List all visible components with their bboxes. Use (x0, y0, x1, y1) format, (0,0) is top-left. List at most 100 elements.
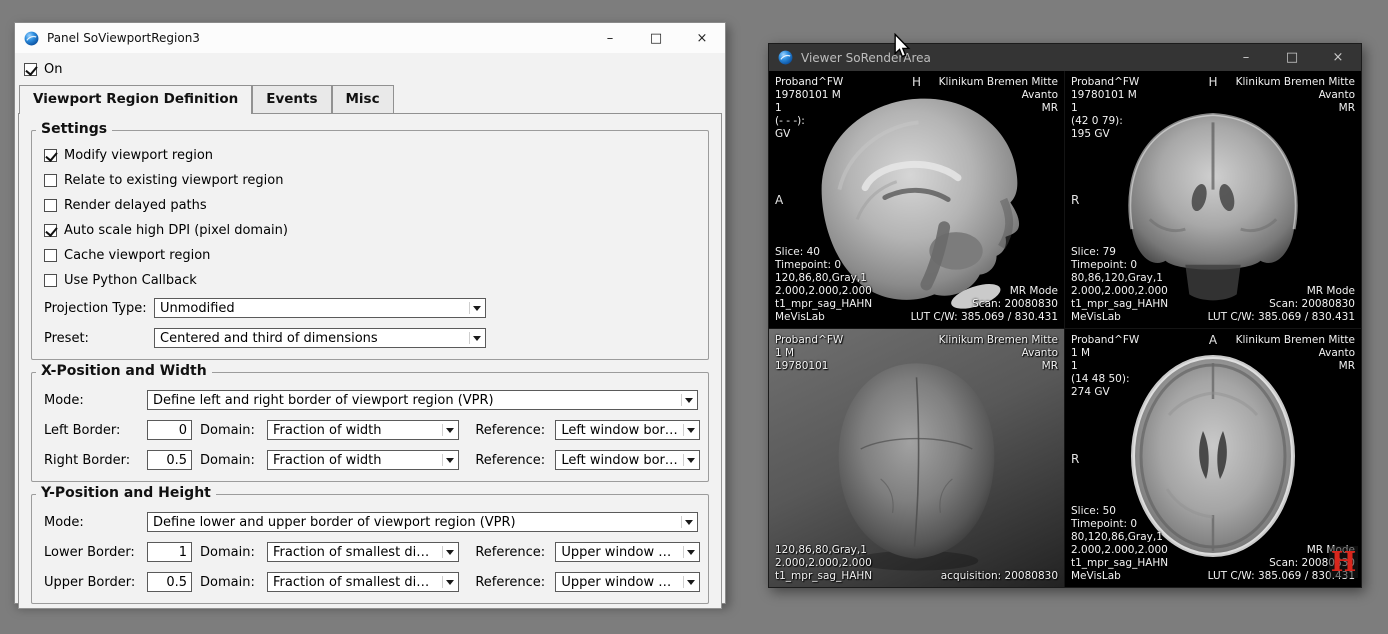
overlay-institution-info: Klinikum Bremen Mitte Avanto MR (1236, 334, 1355, 373)
projection-type-label: Projection Type: (44, 301, 154, 316)
maximize-button[interactable]: □ (1269, 44, 1315, 71)
x-mode-combobox[interactable]: Define left and right border of viewport… (147, 390, 698, 410)
upper-border-input[interactable] (147, 572, 192, 592)
settings-group: Settings Modify viewport region Relate t… (31, 130, 709, 360)
orientation-marker-left: R (1071, 194, 1079, 207)
upper-border-row: Upper Border: Domain: Fraction of smalle… (40, 567, 700, 597)
overlay-institution-info: Klinikum Bremen Mitte Avanto MR (1236, 76, 1355, 115)
quadrant-coronal[interactable]: Proband^FW 19780101 M 1 (42 0 79): 195 G… (1065, 71, 1361, 329)
combo-value: Centered and third of dimensions (160, 331, 378, 346)
overlay-scan-info: MR Mode Scan: 20080830 LUT C/W: 385.069 … (1208, 285, 1355, 324)
close-button[interactable]: × (679, 23, 725, 53)
overlay-slice-info: Slice: 50 Timepoint: 0 80,120,86,Gray,1 … (1071, 505, 1168, 583)
reference-label: Reference: (475, 545, 555, 560)
checkbox-label: Cache viewport region (64, 248, 210, 263)
checkbox-label: Render delayed paths (64, 198, 207, 213)
use-python-callback-checkbox[interactable] (44, 274, 57, 287)
left-border-input[interactable] (147, 420, 192, 440)
close-button[interactable]: × (1315, 44, 1361, 71)
tab-viewport-region-definition[interactable]: Viewport Region Definition (19, 85, 252, 114)
y-position-group: Y-Position and Height Mode: Define lower… (31, 494, 709, 604)
domain-label: Domain: (200, 545, 267, 560)
panel-titlebar[interactable]: Panel SoViewportRegion3 – □ × (15, 23, 725, 53)
combo-separator (442, 454, 443, 466)
orientation-marker-left: A (775, 194, 783, 207)
combo-separator (469, 302, 470, 314)
overlay-institution-info: Klinikum Bremen Mitte Avanto MR (939, 334, 1058, 373)
window-title: Panel SoViewportRegion3 (47, 31, 200, 45)
chevron-down-icon (446, 580, 454, 589)
combo-separator (683, 424, 684, 436)
quadrant-sagittal[interactable]: Proband^FW 19780101 M 1 (- - -): GV H Kl… (769, 71, 1065, 329)
quadrant-volume-3d[interactable]: Proband^FW 1 M 19780101 Klinikum Bremen … (769, 329, 1065, 587)
chevron-down-icon (446, 458, 454, 467)
combo-value: Fraction of smallest dimension (273, 545, 438, 560)
render-delayed-paths-checkbox[interactable] (44, 199, 57, 212)
left-border-domain-combobox[interactable]: Fraction of width (267, 420, 459, 440)
projection-type-combobox[interactable]: Unmodified (154, 298, 486, 318)
cache-viewport-region-checkbox[interactable] (44, 249, 57, 262)
left-border-row: Left Border: Domain: Fraction of width R… (40, 415, 700, 445)
lower-border-row: Lower Border: Domain: Fraction of smalle… (40, 537, 700, 567)
combo-value: Fraction of smallest dimension (273, 575, 438, 590)
maximize-button[interactable]: □ (633, 23, 679, 53)
lower-border-label: Lower Border: (44, 545, 147, 560)
upper-border-domain-combobox[interactable]: Fraction of smallest dimension (267, 572, 459, 592)
window-title: Viewer SoRenderArea (801, 51, 931, 65)
chevron-down-icon (473, 336, 481, 345)
combo-value: Define left and right border of viewport… (153, 393, 494, 408)
minimize-button[interactable]: – (587, 23, 633, 53)
combo-value: Left window border (561, 453, 679, 468)
checkbox-row: Use Python Callback (40, 268, 700, 293)
on-checkbox[interactable] (24, 63, 37, 76)
combo-value: Fraction of width (273, 423, 382, 438)
left-border-label: Left Border: (44, 423, 147, 438)
domain-label: Domain: (200, 423, 267, 438)
lower-border-input[interactable] (147, 542, 192, 562)
lower-border-reference-combobox[interactable]: Upper window border (555, 542, 700, 562)
chevron-down-icon (685, 520, 693, 529)
chevron-down-icon (446, 428, 454, 437)
minimize-button[interactable]: – (1223, 44, 1269, 71)
overlay-patient-info: Proband^FW 19780101 M 1 (- - -): GV (775, 76, 843, 141)
checkbox-row: Relate to existing viewport region (40, 168, 700, 193)
overlay-patient-info: Proband^FW 1 M 1 (14 48 50): 274 GV (1071, 334, 1139, 399)
preset-combobox[interactable]: Centered and third of dimensions (154, 328, 486, 348)
tab-events[interactable]: Events (252, 85, 331, 113)
tab-misc[interactable]: Misc (332, 85, 394, 113)
hahn-logo: H (1329, 546, 1358, 578)
chevron-down-icon (473, 306, 481, 315)
checkbox-row: Modify viewport region (40, 143, 700, 168)
x-mode-row: Mode: Define left and right border of vi… (40, 385, 700, 415)
upper-border-reference-combobox[interactable]: Upper window border (555, 572, 700, 592)
overlay-acquisition-info: acquisition: 20080830 (941, 570, 1058, 583)
domain-label: Domain: (200, 575, 267, 590)
modify-viewport-region-checkbox[interactable] (44, 149, 57, 162)
y-mode-label: Mode: (44, 515, 147, 530)
quadrant-axial[interactable]: Proband^FW 1 M 1 (14 48 50): 274 GV A Kl… (1065, 329, 1361, 587)
right-border-input[interactable] (147, 450, 192, 470)
y-mode-combobox[interactable]: Define lower and upper border of viewpor… (147, 512, 698, 532)
on-checkbox-row: On (15, 53, 725, 81)
checkbox-label: Auto scale high DPI (pixel domain) (64, 223, 288, 238)
combo-separator (469, 332, 470, 344)
checkbox-label: Use Python Callback (64, 273, 197, 288)
viewer-window: Viewer SoRenderArea – □ × (768, 43, 1362, 588)
viewer-titlebar[interactable]: Viewer SoRenderArea – □ × (769, 44, 1361, 71)
right-border-domain-combobox[interactable]: Fraction of width (267, 450, 459, 470)
lower-border-domain-combobox[interactable]: Fraction of smallest dimension (267, 542, 459, 562)
left-border-reference-combobox[interactable]: Left window border (555, 420, 700, 440)
panel-window: Panel SoViewportRegion3 – □ × On Viewpor… (14, 22, 726, 604)
tab-pane: Settings Modify viewport region Relate t… (18, 113, 722, 609)
upper-border-label: Upper Border: (44, 575, 147, 590)
auto-scale-high-dpi-checkbox[interactable] (44, 224, 57, 237)
desktop: { "desktop": { "background": "#7d7d7d" }… (0, 0, 1388, 634)
combo-value: Upper window border (561, 575, 679, 590)
orientation-marker-top: A (1209, 334, 1217, 347)
right-border-reference-combobox[interactable]: Left window border (555, 450, 700, 470)
chevron-down-icon (687, 458, 695, 467)
chevron-down-icon (687, 428, 695, 437)
relate-to-existing-viewport-region-checkbox[interactable] (44, 174, 57, 187)
checkbox-label: Modify viewport region (64, 148, 213, 163)
x-position-group: X-Position and Width Mode: Define left a… (31, 372, 709, 482)
